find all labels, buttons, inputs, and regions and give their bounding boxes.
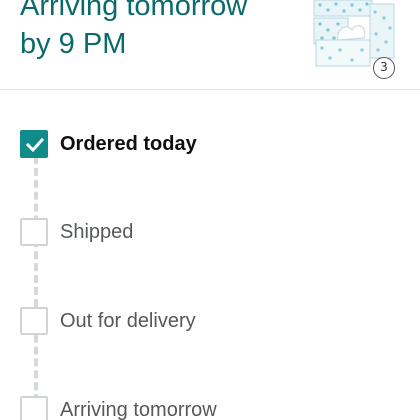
delivery-estimate-line-2: by 9 PM xyxy=(20,28,127,60)
step-shipped-label: Shipped xyxy=(60,221,134,243)
delivery-estimate-line-1: Arriving tomorrow xyxy=(20,0,248,22)
step-ordered-label: Ordered today xyxy=(60,133,197,155)
step-shipped: Shipped xyxy=(20,217,400,247)
delivery-estimate-heading: Arriving tomorrow by 9 PM xyxy=(20,0,310,63)
delivery-header: Arriving tomorrow by 9 PM 3 xyxy=(0,0,420,90)
progress-rail xyxy=(34,156,38,420)
step-out-for-delivery-checkbox xyxy=(20,307,48,335)
step-ordered: Ordered today xyxy=(20,129,400,159)
order-tracking-page: Arriving tomorrow by 9 PM 3 Ordered toda… xyxy=(0,0,420,420)
step-out-for-delivery-label: Out for delivery xyxy=(60,310,196,332)
step-arriving: Arriving tomorrow xyxy=(20,395,400,420)
step-arriving-label: Arriving tomorrow xyxy=(60,399,217,420)
step-arriving-checkbox xyxy=(20,396,48,420)
quantity-badge: 3 xyxy=(373,57,395,79)
checkmark-icon xyxy=(25,137,45,153)
shipment-progress-tracker: Ordered today Shipped Out for delivery A… xyxy=(0,90,420,420)
step-out-for-delivery: Out for delivery xyxy=(20,306,400,336)
step-shipped-checkbox xyxy=(20,218,48,246)
step-ordered-checkbox xyxy=(20,130,48,158)
